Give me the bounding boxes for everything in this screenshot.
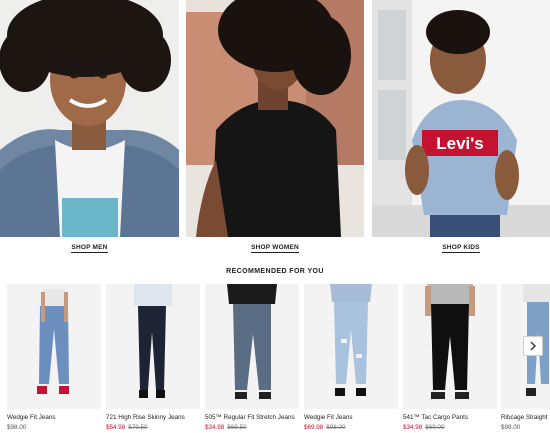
product-name[interactable]: 505™ Regular Fit Stretch Jeans: [205, 414, 295, 421]
sale-price: $54.98: [106, 424, 126, 431]
product-card[interactable]: Ribcage Straight $98.00: [501, 284, 550, 433]
hero-row: SHOP MEN SHOP WOMEN Levi's SHOP KIDS: [0, 0, 550, 258]
shop-kids-link[interactable]: SHOP KIDS: [372, 244, 550, 253]
hero-card-kids[interactable]: Levi's SHOP KIDS: [372, 0, 550, 258]
product-name[interactable]: Wedgie Fit Jeans: [304, 414, 353, 421]
product-image[interactable]: [304, 284, 398, 409]
chevron-right-icon: [530, 341, 536, 351]
original-price: $69.50: [227, 424, 247, 431]
kids-shirt-logo: Levi's: [436, 134, 484, 153]
hero-image-women[interactable]: [186, 0, 364, 237]
product-name[interactable]: 721 High Rise Skinny Jeans: [106, 414, 185, 421]
recommended-title: RECOMMENDED FOR YOU: [226, 268, 324, 275]
product-card[interactable]: 505™ Regular Fit Stretch Jeans $34.98 $69…: [205, 284, 299, 433]
product-image[interactable]: [7, 284, 101, 409]
original-price: $69.00: [425, 424, 445, 431]
product-image[interactable]: [205, 284, 299, 409]
product-image[interactable]: [106, 284, 200, 409]
hero-image-men[interactable]: [0, 0, 179, 237]
product-card[interactable]: 541™ Tac Cargo Pants $34.98 $69.00: [403, 284, 497, 433]
product-price: $69.98 $98.00: [304, 424, 346, 431]
product-price: $54.98 $79.50: [106, 424, 148, 431]
product-price: $98.00: [7, 424, 26, 431]
product-name[interactable]: Wedgie Fit Jeans: [7, 414, 56, 421]
sale-price: $34.98: [403, 424, 423, 431]
original-price: $98.00: [326, 424, 346, 431]
product-name[interactable]: Ribcage Straight: [501, 414, 548, 421]
sale-price: $69.98: [304, 424, 324, 431]
product-price: $98.00: [501, 424, 520, 431]
hero-card-men[interactable]: SHOP MEN: [0, 0, 179, 258]
product-card[interactable]: 721 High Rise Skinny Jeans $54.98 $79.50: [106, 284, 200, 433]
shop-men-link[interactable]: SHOP MEN: [0, 244, 179, 253]
regular-price: $98.00: [7, 424, 27, 431]
sale-price: $34.98: [205, 424, 225, 431]
shop-women-link[interactable]: SHOP WOMEN: [186, 244, 364, 253]
original-price: $79.50: [128, 424, 148, 431]
regular-price: $98.00: [501, 424, 521, 431]
product-card[interactable]: Wedgie Fit Jeans $69.98 $98.00: [304, 284, 398, 433]
product-price: $34.98 $69.50: [205, 424, 247, 431]
product-card[interactable]: Wedgie Fit Jeans $98.00: [7, 284, 101, 433]
hero-card-women[interactable]: SHOP WOMEN: [186, 0, 364, 258]
product-price: $34.98 $69.00: [403, 424, 445, 431]
carousel-next-button[interactable]: [523, 336, 543, 356]
product-name[interactable]: 541™ Tac Cargo Pants: [403, 414, 468, 421]
product-carousel: Wedgie Fit Jeans $98.00 721 High Rise Sk…: [0, 284, 550, 433]
hero-image-kids[interactable]: Levi's: [372, 0, 550, 237]
product-image[interactable]: [403, 284, 497, 409]
